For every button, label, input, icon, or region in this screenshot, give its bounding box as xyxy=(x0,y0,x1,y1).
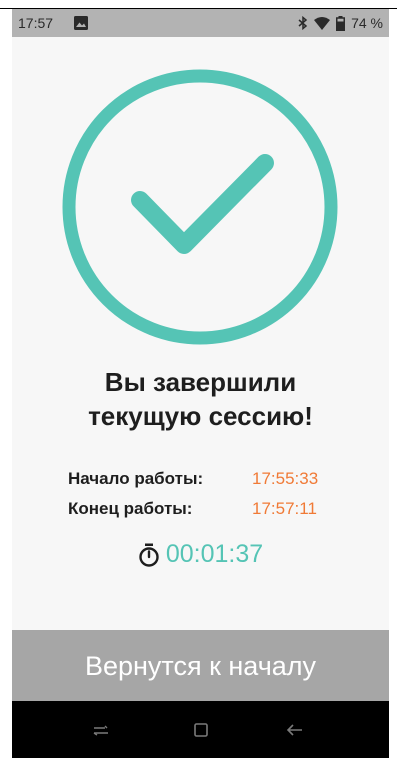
end-time-row: Конец работы: 17:57:11 xyxy=(12,499,389,525)
start-time-label: Начало работы: xyxy=(68,469,204,488)
end-time-label: Конец работы: xyxy=(68,499,193,518)
back-icon[interactable] xyxy=(284,719,306,741)
home-icon[interactable] xyxy=(190,719,212,741)
status-bar: 17:57 74 % xyxy=(12,9,389,37)
title-line-2: текущую сессию! xyxy=(88,401,313,431)
start-time-row: Начало работы: 17:55:33 xyxy=(12,469,389,495)
status-time: 17:57 xyxy=(18,15,54,31)
title-line-1: Вы завершили xyxy=(104,367,297,397)
page-title: Вы завершили текущую сессию! xyxy=(12,365,389,433)
phone-screen: 17:57 74 % Вы завершили текущую сессию! xyxy=(12,9,389,758)
wifi-icon xyxy=(314,16,331,30)
duration-value: 00:01:37 xyxy=(165,540,264,568)
start-time-value: 17:55:33 xyxy=(252,469,319,488)
stopwatch-icon xyxy=(139,543,159,567)
battery-percent: 74 % xyxy=(351,15,383,31)
status-icons: 74 % xyxy=(298,15,383,31)
bluetooth-icon xyxy=(298,16,308,30)
battery-icon xyxy=(336,15,346,31)
image-icon xyxy=(74,16,88,30)
recents-icon[interactable] xyxy=(90,719,112,741)
success-check-icon xyxy=(62,69,338,345)
navigation-bar xyxy=(12,701,389,758)
end-time-value: 17:57:11 xyxy=(252,499,317,518)
back-to-start-button[interactable]: Вернутся к началу xyxy=(12,630,389,701)
session-duration: 00:01:37 xyxy=(12,540,389,569)
